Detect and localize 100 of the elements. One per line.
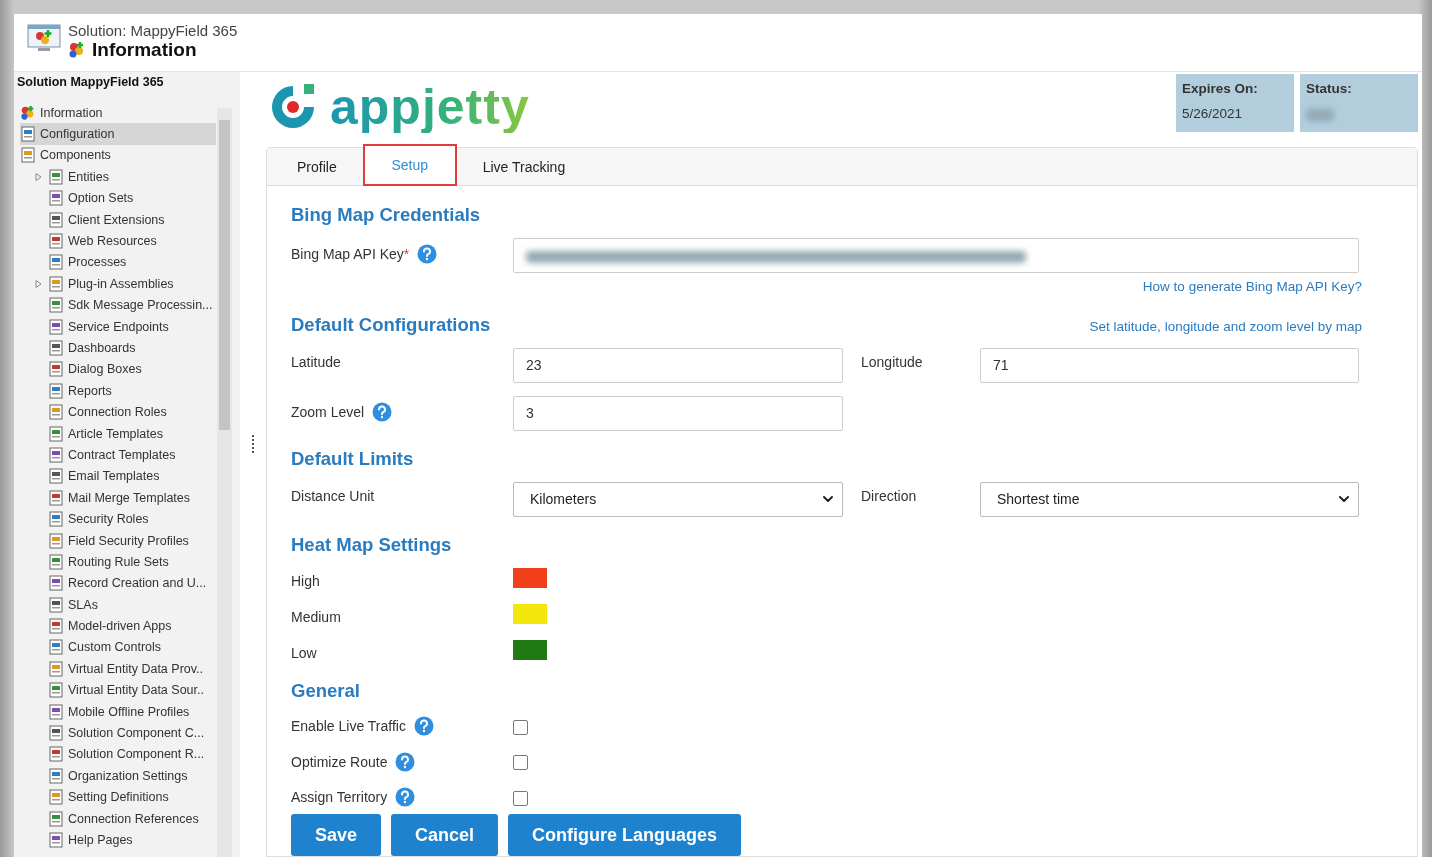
sidebar-item[interactable]: Model-driven Apps bbox=[20, 615, 216, 637]
document-icon bbox=[48, 254, 64, 271]
color-swatch[interactable] bbox=[513, 567, 547, 588]
section-heading: Bing Map Credentials bbox=[291, 203, 481, 227]
sidebar-item[interactable]: SLAs bbox=[20, 594, 216, 616]
sidebar-item[interactable]: Routing Rule Sets bbox=[20, 551, 216, 573]
document-icon bbox=[48, 425, 64, 442]
scrollbar[interactable] bbox=[217, 108, 232, 857]
molecule-icon bbox=[20, 104, 36, 121]
dropdown[interactable]: Kilometers bbox=[513, 481, 843, 517]
sidebar-item[interactable]: Configuration bbox=[20, 123, 216, 145]
section-heading: General bbox=[291, 679, 360, 703]
blurred-value bbox=[1306, 109, 1334, 121]
sidebar-item[interactable]: Connection Roles bbox=[20, 401, 216, 423]
dropdown[interactable]: Shortest time bbox=[980, 481, 1359, 517]
sidebar-item[interactable]: Solution Component R... bbox=[20, 743, 216, 766]
document-icon bbox=[48, 810, 64, 827]
expand-icon[interactable] bbox=[34, 172, 42, 181]
sidebar-item[interactable]: Setting Definitions bbox=[20, 786, 216, 808]
document-icon bbox=[48, 532, 64, 549]
document-icon bbox=[48, 318, 64, 335]
checkbox[interactable] bbox=[513, 790, 528, 806]
document-icon bbox=[48, 746, 64, 763]
action-button[interactable]: Cancel bbox=[391, 814, 499, 856]
document-icon bbox=[48, 168, 64, 185]
document-icon bbox=[48, 211, 64, 228]
sidebar-item[interactable]: Components bbox=[20, 144, 216, 167]
application-icon bbox=[26, 22, 62, 54]
color-swatch[interactable] bbox=[513, 639, 547, 660]
input-field[interactable] bbox=[513, 237, 1359, 273]
help-link[interactable]: How to generate Bing Map API Key? bbox=[1142, 279, 1362, 300]
sidebar-item[interactable]: Record Creation and U... bbox=[20, 572, 216, 594]
sidebar-item[interactable]: Client Extensions bbox=[20, 208, 216, 231]
action-button[interactable]: Save bbox=[291, 814, 382, 856]
sidebar-item[interactable]: Processes bbox=[20, 251, 216, 274]
molecule-icon bbox=[68, 41, 86, 59]
sidebar-item[interactable]: Custom Controls bbox=[20, 636, 216, 659]
sidebar-item[interactable]: Dialog Boxes bbox=[20, 358, 216, 381]
sidebar-item[interactable]: Article Templates bbox=[20, 422, 216, 445]
document-icon bbox=[20, 147, 36, 164]
input-field[interactable]: 23 bbox=[513, 347, 843, 383]
section-heading: Default Configurations bbox=[291, 313, 491, 337]
document-icon bbox=[48, 233, 64, 250]
field-label: Zoom Level bbox=[291, 403, 365, 420]
help-icon[interactable] bbox=[395, 751, 416, 772]
sidebar-item[interactable]: Help Pages bbox=[20, 829, 216, 851]
sidebar-item[interactable]: Contract Templates bbox=[20, 444, 216, 466]
input-field[interactable]: 71 bbox=[980, 347, 1359, 383]
field-label: High bbox=[291, 572, 320, 589]
breadcrumb: Solution: MappyField 365 bbox=[68, 22, 238, 39]
sidebar-item[interactable]: Plug-in Assemblies bbox=[20, 273, 216, 295]
sidebar-item[interactable]: Organization Settings bbox=[20, 765, 216, 787]
tab[interactable]: Live Tracking bbox=[468, 147, 580, 186]
document-icon bbox=[48, 596, 64, 613]
sidebar-item[interactable]: Email Templates bbox=[20, 465, 216, 488]
splitter-handle[interactable] bbox=[252, 434, 254, 455]
sidebar-item[interactable]: Reports bbox=[20, 380, 216, 402]
document-icon bbox=[48, 789, 64, 806]
sidebar-item[interactable]: Mobile Offline Profiles bbox=[20, 700, 216, 723]
checkbox[interactable] bbox=[513, 755, 528, 771]
help-icon[interactable] bbox=[417, 243, 438, 264]
input-field[interactable]: 3 bbox=[513, 395, 843, 431]
sidebar-item[interactable]: Connection References bbox=[20, 807, 216, 830]
info-label: Expires On: bbox=[1182, 81, 1259, 96]
document-icon bbox=[20, 126, 36, 143]
sidebar-item[interactable]: Sdk Message Processin... bbox=[20, 294, 216, 316]
sidebar-item[interactable]: Field Security Profiles bbox=[20, 529, 216, 552]
help-icon[interactable] bbox=[395, 787, 416, 808]
sidebar-item[interactable]: Security Roles bbox=[20, 508, 216, 530]
sidebar-item[interactable]: Dashboards bbox=[20, 337, 216, 359]
sidebar-item[interactable]: Virtual Entity Data Prov.. bbox=[20, 658, 216, 680]
sidebar-item[interactable]: Entities bbox=[20, 166, 216, 188]
document-icon bbox=[48, 725, 64, 741]
help-icon[interactable] bbox=[372, 401, 393, 422]
sidebar-item[interactable]: Information bbox=[20, 102, 216, 124]
sidebar-item[interactable]: Option Sets bbox=[20, 187, 216, 209]
tab[interactable]: Setup bbox=[362, 143, 457, 186]
expand-icon[interactable] bbox=[34, 279, 42, 288]
document-icon bbox=[48, 297, 64, 314]
document-icon bbox=[48, 511, 64, 528]
color-swatch[interactable] bbox=[513, 603, 547, 624]
map-link[interactable]: Set latitude, longitude and zoom level by map bbox=[1089, 318, 1362, 340]
field-label: Medium bbox=[291, 608, 341, 625]
checkbox[interactable] bbox=[513, 719, 528, 735]
action-button[interactable]: Configure Languages bbox=[508, 814, 742, 856]
tab[interactable]: Profile bbox=[283, 147, 351, 186]
sidebar-item[interactable]: Web Resources bbox=[20, 230, 216, 252]
sidebar-item[interactable]: Virtual Entity Data Sour.. bbox=[20, 679, 216, 701]
field-label: Low bbox=[291, 644, 317, 661]
document-icon bbox=[48, 682, 64, 699]
section-heading: Heat Map Settings bbox=[291, 533, 452, 557]
sidebar-item[interactable]: Mail Merge Templates bbox=[20, 487, 216, 509]
sidebar-item[interactable]: Solution Component C... bbox=[20, 722, 216, 744]
sidebar-item[interactable]: Service Endpoints bbox=[20, 315, 216, 338]
document-icon bbox=[48, 340, 64, 356]
field-label: Latitude bbox=[291, 353, 341, 370]
document-icon bbox=[48, 767, 64, 784]
document-icon bbox=[48, 831, 64, 848]
document-icon bbox=[48, 575, 64, 592]
help-icon[interactable] bbox=[413, 716, 434, 737]
